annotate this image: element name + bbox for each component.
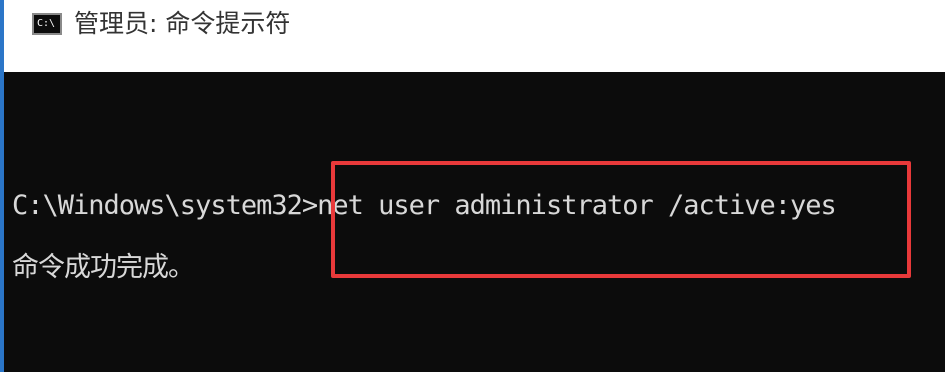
cmd-icon: C:\ bbox=[32, 13, 62, 35]
command-highlight-box bbox=[331, 161, 911, 278]
prompt-text: C:\Windows\system32> bbox=[12, 190, 318, 221]
window-title: 管理员: 命令提示符 bbox=[74, 9, 291, 38]
title-bar[interactable]: C:\ 管理员: 命令提示符 bbox=[4, 0, 945, 72]
command-output: 命令成功完成。 bbox=[12, 252, 195, 283]
command-prompt-window: C:\ 管理员: 命令提示符 C:\Windows\system32>net u… bbox=[0, 0, 945, 372]
console-area[interactable]: C:\Windows\system32>net user administrat… bbox=[4, 72, 945, 372]
